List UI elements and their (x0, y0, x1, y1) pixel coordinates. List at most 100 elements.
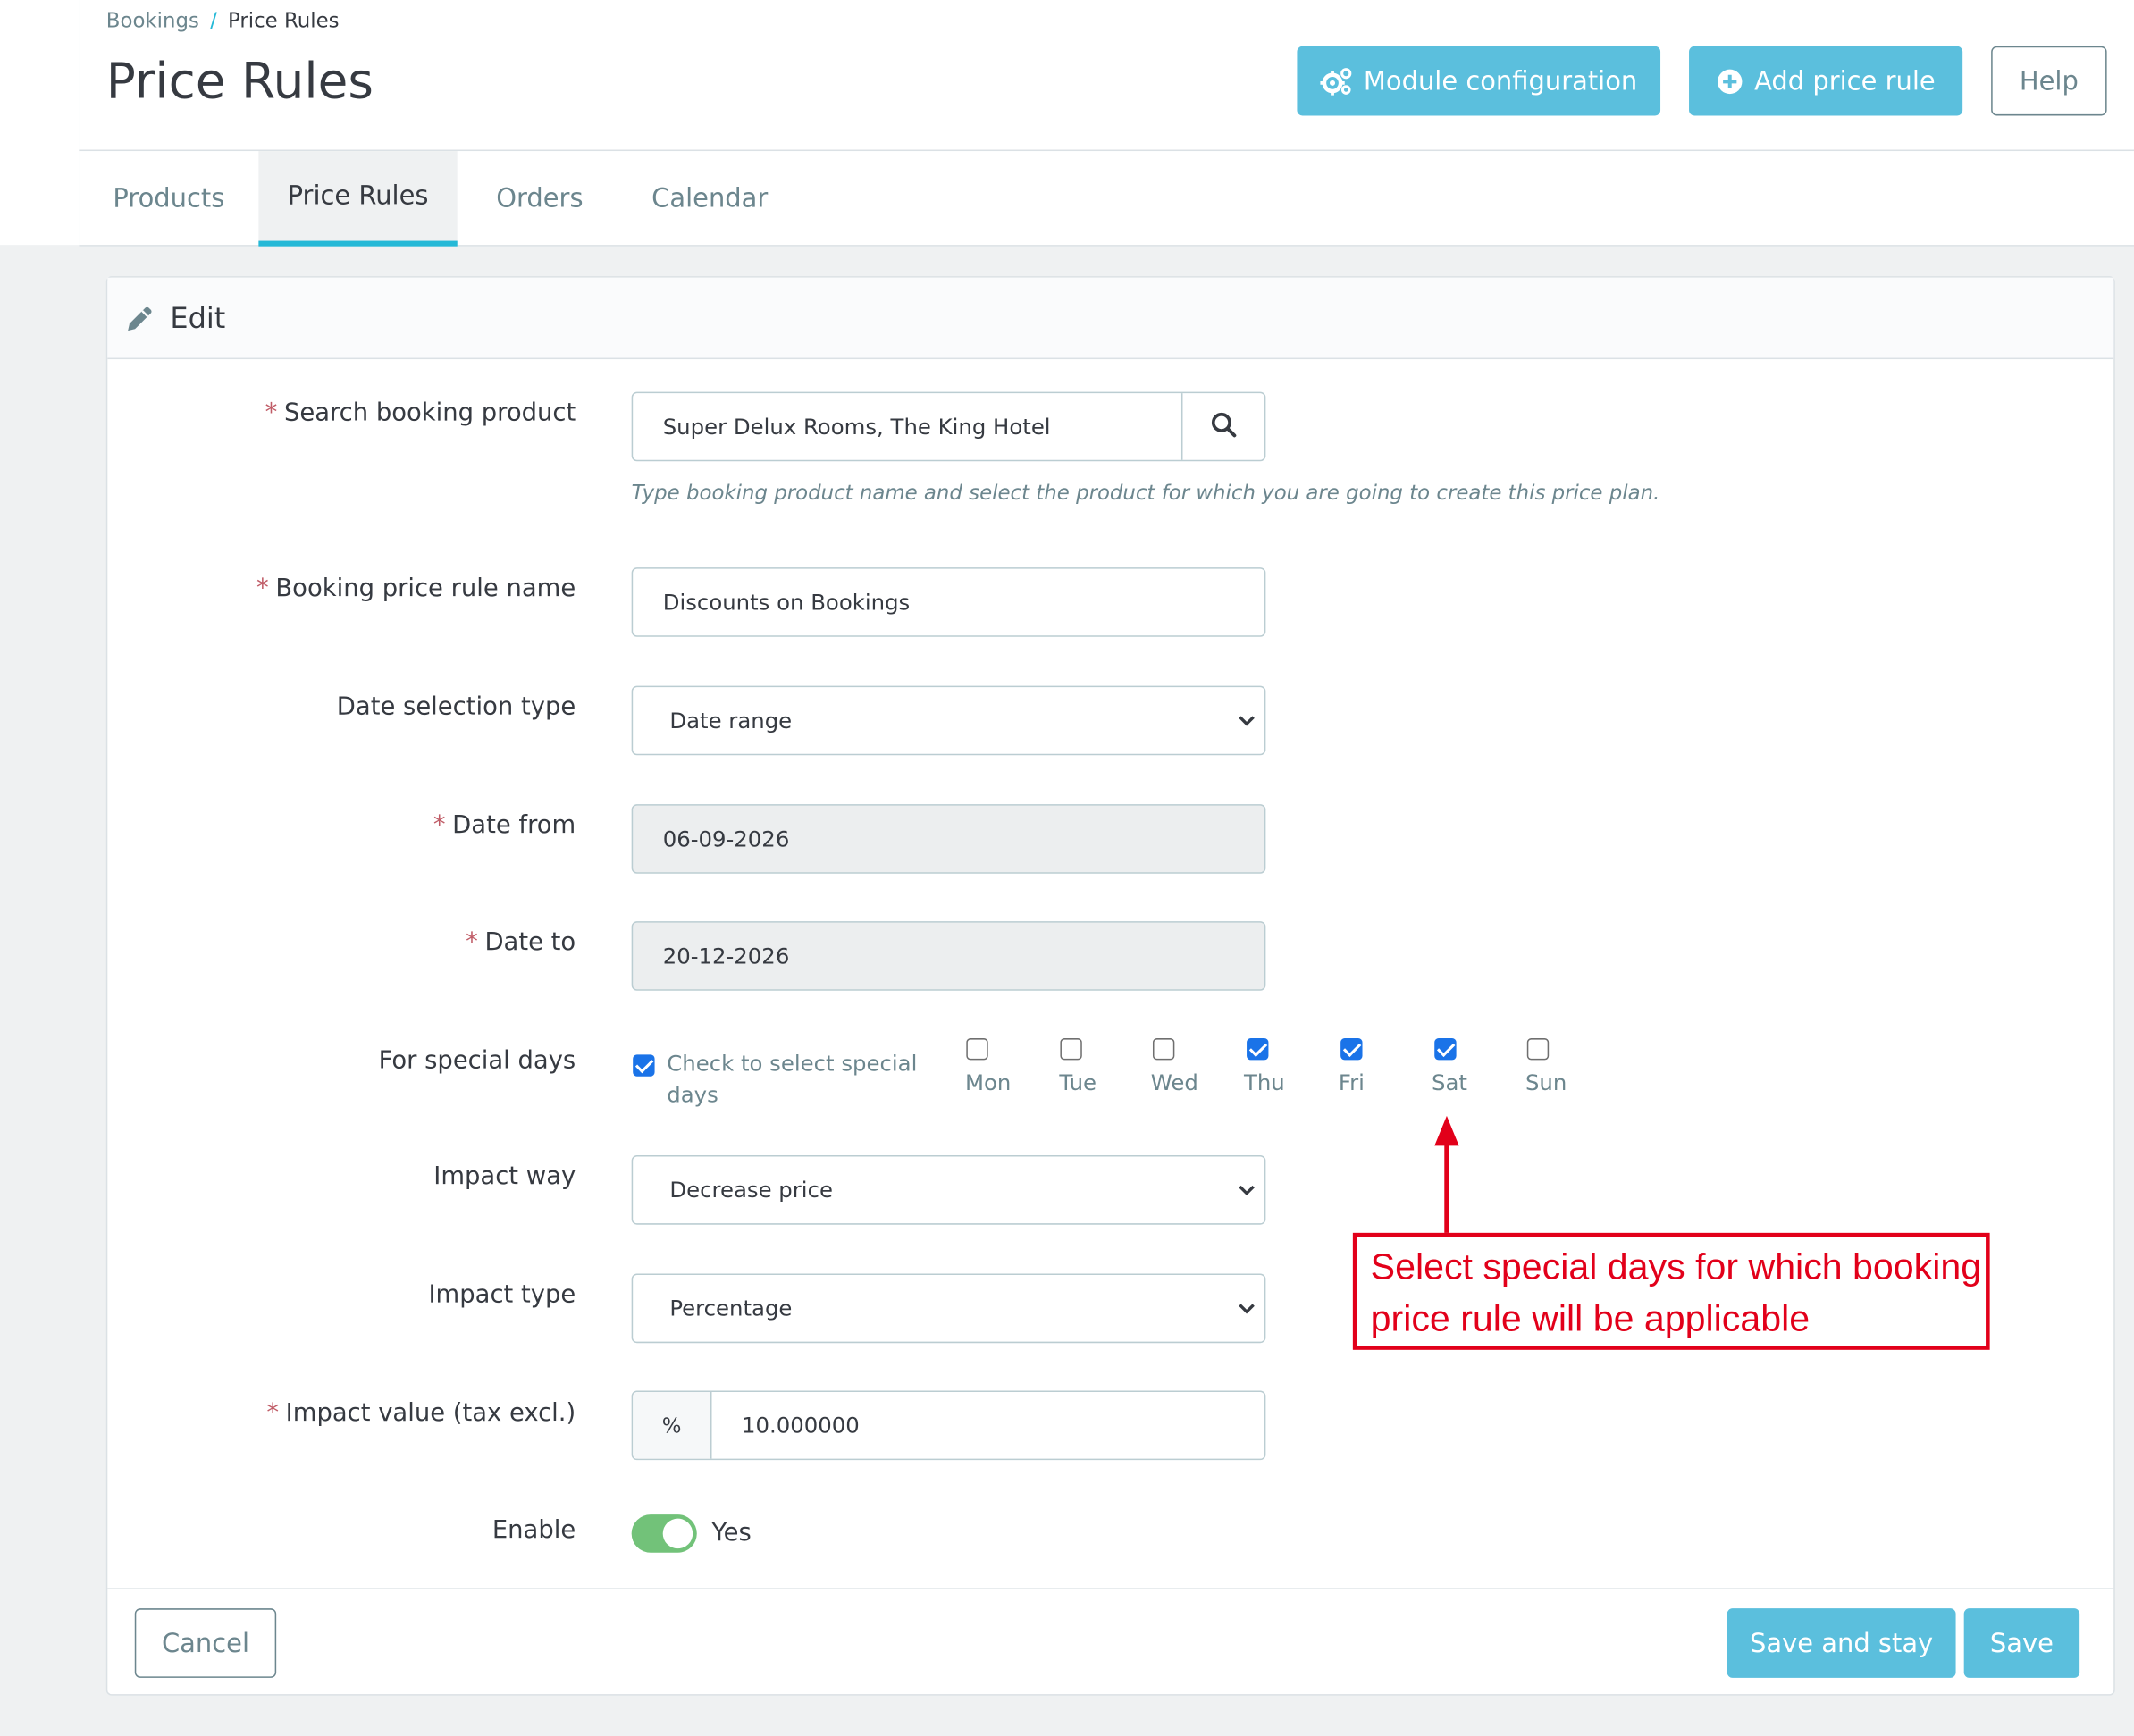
day-checkbox-sun[interactable] (1526, 1038, 1550, 1061)
day-checkbox-mon[interactable] (966, 1038, 988, 1061)
search-icon (1210, 410, 1237, 443)
plus-circle-icon (1717, 67, 1743, 94)
card-header: Edit (107, 277, 2114, 360)
impact-type-select[interactable]: Percentage (631, 1273, 1266, 1344)
impact-way-label: Impact way (433, 1162, 576, 1191)
tab-price-rules[interactable]: Price Rules (258, 151, 458, 247)
required-marker: * (256, 574, 269, 603)
impact-value-input[interactable]: % 10.000000 (631, 1390, 1266, 1461)
breadcrumb-parent[interactable]: Bookings (106, 8, 199, 32)
date-selection-type-value: Date range (669, 707, 793, 734)
page-canvas: Bookings / Price Rules Price Rules Module … (0, 0, 2134, 1736)
enable-label: Enable (491, 1515, 576, 1545)
annotation-arrow-icon (1433, 1115, 1460, 1241)
add-price-rule-label: Add price rule (1754, 65, 1936, 96)
rule-name-label: * Booking price rule name (256, 574, 576, 603)
rule-name-value: Discounts on Bookings (662, 589, 911, 616)
date-to-label: * Date to (466, 928, 576, 957)
toggle-knob (662, 1518, 693, 1549)
save-label: Save (1989, 1628, 2054, 1658)
module-configuration-button[interactable]: Module configuration (1297, 46, 1661, 116)
day-label-fri: Fri (1338, 1069, 1365, 1096)
search-product-value: Super Delux Rooms, The King Hotel (662, 413, 1051, 440)
required-marker: * (265, 398, 278, 428)
page-header: Bookings / Price Rules Price Rules Module … (79, 0, 2134, 247)
impact-way-select[interactable]: Decrease price (631, 1155, 1266, 1225)
impact-type-label: Impact type (428, 1280, 576, 1310)
date-from-label: * Date from (433, 811, 576, 840)
chevron-down-icon (1237, 1302, 1256, 1315)
date-from-input[interactable]: 06-09-2026 (631, 804, 1266, 874)
date-selection-type-label: Date selection type (336, 692, 576, 722)
day-label-thu: Thu (1243, 1069, 1285, 1096)
card-title: Edit (170, 301, 226, 334)
breadcrumb-current: Price Rules (227, 8, 340, 33)
special-days-checkbox[interactable] (633, 1054, 655, 1077)
day-checkbox-sat[interactable] (1434, 1038, 1457, 1061)
required-marker: * (266, 1398, 280, 1428)
enable-toggle-label: Yes (711, 1518, 752, 1547)
save-button[interactable]: Save (1963, 1608, 2080, 1678)
edit-card: Edit * Search booking product Super Delux… (105, 276, 2115, 1698)
tab-label: Orders (496, 183, 584, 214)
module-configuration-label: Module configuration (1363, 65, 1638, 96)
search-product-input[interactable]: Super Delux Rooms, The King Hotel (631, 391, 1266, 462)
day-label-mon: Mon (964, 1069, 1012, 1096)
rule-name-input[interactable]: Discounts on Bookings (631, 567, 1266, 637)
tab-bar: Products Price Rules Orders Calendar (79, 149, 2134, 247)
day-checkbox-tue[interactable] (1060, 1038, 1082, 1061)
tab-orders[interactable]: Orders (458, 151, 622, 247)
date-from-value: 06-09-2026 (662, 826, 790, 852)
tab-label: Price Rules (287, 180, 429, 212)
date-to-input[interactable]: 20-12-2026 (631, 921, 1266, 991)
tab-label: Calendar (651, 183, 769, 214)
save-and-stay-button[interactable]: Save and stay (1727, 1608, 1956, 1678)
cancel-button[interactable]: Cancel (134, 1608, 277, 1678)
impact-type-value: Percentage (669, 1295, 793, 1321)
date-to-label-text: Date to (484, 927, 576, 957)
day-checkbox-wed[interactable] (1152, 1038, 1175, 1061)
page-title: Price Rules (105, 54, 374, 111)
day-label-wed: Wed (1150, 1069, 1198, 1096)
tab-calendar[interactable]: Calendar (622, 151, 797, 247)
impact-value-value: 10.000000 (742, 1412, 860, 1438)
header-left-strip (0, 0, 80, 246)
chevron-down-icon (1237, 714, 1256, 727)
required-marker: * (433, 810, 446, 840)
breadcrumb: Bookings / Price Rules (106, 8, 340, 32)
special-days-checkbox-label: Check to select special days (667, 1050, 918, 1108)
tab-products[interactable]: Products (79, 151, 258, 247)
day-label-sat: Sat (1432, 1069, 1467, 1096)
special-days-label: For special days (378, 1046, 576, 1076)
save-and-stay-label: Save and stay (1750, 1628, 1934, 1658)
add-price-rule-button[interactable]: Add price rule (1689, 46, 1963, 116)
search-button[interactable] (1180, 393, 1264, 460)
impact-value-label: * Impact value (tax excl.) (266, 1399, 576, 1428)
search-product-label-text: Search booking product (283, 398, 576, 428)
percent-addon: % (633, 1392, 712, 1459)
card-footer: Cancel Save and stay Save (107, 1588, 2114, 1698)
day-checkbox-thu[interactable] (1247, 1038, 1269, 1061)
impact-way-value: Decrease price (669, 1177, 833, 1203)
breadcrumb-separator: / (210, 8, 217, 33)
search-product-label: * Search booking product (265, 398, 576, 427)
impact-value-label-text: Impact value (tax excl.) (285, 1398, 576, 1428)
date-selection-type-select[interactable]: Date range (631, 685, 1266, 756)
help-label: Help (2019, 65, 2079, 96)
annotation-callout: Select special days for which booking pr… (1352, 1232, 1990, 1350)
help-button[interactable]: Help (1991, 46, 2107, 116)
day-checkbox-fri[interactable] (1340, 1038, 1363, 1061)
gears-icon (1320, 66, 1353, 96)
date-from-label-text: Date from (452, 810, 576, 840)
chevron-down-icon (1237, 1183, 1256, 1196)
rule-name-label-text: Booking price rule name (275, 574, 576, 603)
search-product-help: Type booking product name and select the… (631, 480, 1660, 506)
enable-toggle[interactable] (631, 1514, 697, 1553)
tab-label: Products (113, 183, 225, 214)
required-marker: * (466, 927, 478, 957)
pencil-icon (124, 301, 157, 334)
day-label-sun: Sun (1525, 1069, 1567, 1096)
date-to-value: 20-12-2026 (662, 943, 790, 969)
cancel-label: Cancel (161, 1628, 249, 1658)
day-label-tue: Tue (1059, 1069, 1097, 1096)
